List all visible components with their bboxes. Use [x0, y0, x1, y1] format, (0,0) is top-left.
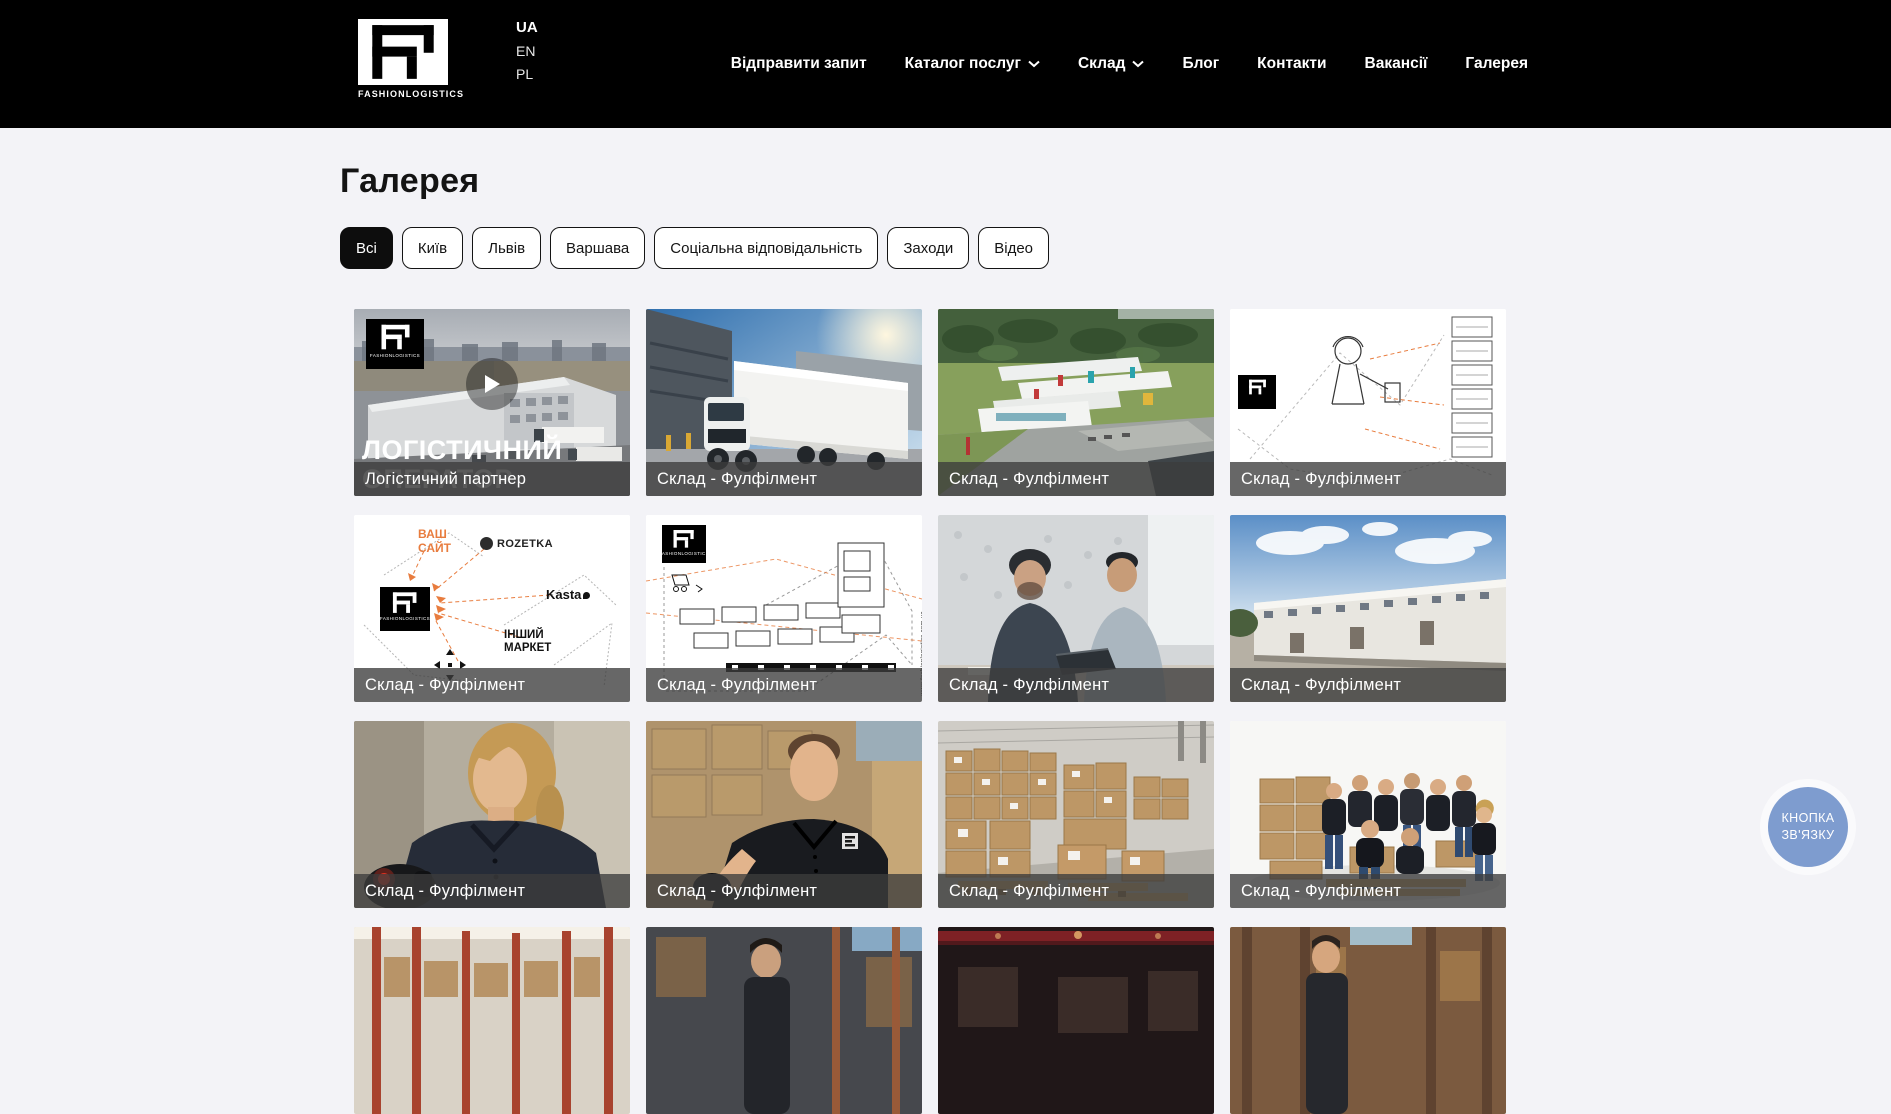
rozetka-icon	[480, 537, 493, 550]
diagram-label-rozetka: ROZETKA	[480, 537, 553, 550]
fl-logo-watermark: FASHIONLOGISTICS	[366, 319, 424, 369]
gallery-item-team-photo[interactable]: Склад - Фулфілмент	[1230, 721, 1506, 908]
nav-service-catalog[interactable]: Каталог послуг	[905, 55, 1040, 73]
filter-all[interactable]: Всі	[340, 227, 393, 269]
gallery-item-cropped-2[interactable]	[646, 927, 922, 1114]
lang-pl[interactable]: PL	[516, 66, 538, 82]
gallery-page: Галерея Всі Київ Львів Варшава Соціальна…	[0, 162, 1530, 1114]
fl-logo-watermark: FASHIONLOGISTICS	[380, 587, 430, 631]
diagram-label-other-market: ІНШИЙ МАРКЕТ	[504, 629, 574, 655]
gallery-item-marketplace-diagram[interactable]: FASHIONLOGISTICS ВАШ САЙТ ROZETKA Kasta …	[354, 515, 630, 702]
caption: Склад - Фулфілмент	[354, 874, 630, 908]
diagram-label-kasta: Kasta	[546, 587, 590, 602]
dark-warehouse-photo	[938, 927, 1214, 1114]
nav-gallery[interactable]: Галерея	[1465, 55, 1528, 73]
gallery-item-cropped-3[interactable]	[938, 927, 1214, 1114]
fl-logo-watermark: FASHIONLOGISTICS	[662, 525, 706, 563]
filter-video[interactable]: Відео	[978, 227, 1049, 269]
caption: Склад - Фулфілмент	[938, 874, 1214, 908]
contact-button-label-line1: КНОПКА	[1781, 810, 1834, 827]
caption: Склад - Фулфілмент	[646, 874, 922, 908]
gallery-item-worker-scanner[interactable]: Склад - Фулфілмент	[354, 721, 630, 908]
nav-send-request[interactable]: Відправити запит	[731, 55, 867, 73]
warehouse-worker-photo	[1230, 927, 1506, 1114]
gallery-filters: Всі Київ Львів Варшава Соціальна відпові…	[340, 227, 1530, 269]
chevron-down-icon	[1028, 60, 1040, 68]
filter-social-responsibility[interactable]: Соціальна відповідальність	[654, 227, 878, 269]
nav-warehouse[interactable]: Склад	[1078, 55, 1144, 73]
nav-contacts[interactable]: Контакти	[1257, 55, 1326, 73]
warehouse-aisle-photo	[354, 927, 630, 1114]
page-title: Галерея	[340, 162, 1530, 201]
caption: Склад - Фулфілмент	[1230, 874, 1506, 908]
diagram-label-your-site: ВАШ САЙТ	[418, 527, 470, 555]
filter-lviv[interactable]: Львів	[472, 227, 541, 269]
gallery-item-warehouse-diagram[interactable]: FASHIONLOGISTICS www.fashionlogistics.co…	[646, 515, 922, 702]
gallery-item-technical-drawing[interactable]: Склад - Фулфілмент	[1230, 309, 1506, 496]
gallery-item-worker-polo[interactable]: Склад - Фулфілмент	[646, 721, 922, 908]
gallery-grid: FASHIONLOGISTICS ЛОГІСТИЧНИЙ ОПЕРАТОР Ло…	[354, 309, 1530, 1114]
filter-warsaw[interactable]: Варшава	[550, 227, 645, 269]
caption: Склад - Фулфілмент	[938, 462, 1214, 496]
caption: Склад - Фулфілмент	[938, 668, 1214, 702]
warehouse-photo	[646, 927, 922, 1114]
site-header: FASHIONLOGISTICS UA EN PL Відправити зап…	[0, 0, 1891, 128]
gallery-item-truck[interactable]: Склад - Фулфілмент	[646, 309, 922, 496]
gallery-item-stacked-boxes[interactable]: Склад - Фулфілмент	[938, 721, 1214, 908]
fl-logo-watermark	[1238, 375, 1276, 409]
gallery-item-video-warehouse[interactable]: FASHIONLOGISTICS ЛОГІСТИЧНИЙ ОПЕРАТОР Ло…	[354, 309, 630, 496]
main-nav: Відправити запит Каталог послуг Склад Бл…	[731, 0, 1528, 128]
gallery-item-office-meeting[interactable]: Склад - Фулфілмент	[938, 515, 1214, 702]
caption: Склад - Фулфілмент	[1230, 668, 1506, 702]
contact-button-label-line2: ЗВ'ЯЗКУ	[1781, 827, 1834, 844]
kasta-icon	[583, 592, 590, 599]
caption: Логістичний партнер	[354, 462, 630, 496]
gallery-item-industrial-park[interactable]: Склад - Фулфілмент	[938, 309, 1214, 496]
gallery-item-warehouse-exterior[interactable]: Склад - Фулфілмент	[1230, 515, 1506, 702]
chevron-down-icon	[1132, 60, 1144, 68]
lang-ua[interactable]: UA	[516, 20, 538, 36]
contact-floating-button[interactable]: КНОПКА ЗВ'ЯЗКУ	[1760, 779, 1856, 875]
filter-events[interactable]: Заходи	[887, 227, 969, 269]
language-switcher: UA EN PL	[516, 20, 538, 82]
gallery-item-cropped-1[interactable]	[354, 927, 630, 1114]
nav-blog[interactable]: Блог	[1182, 55, 1219, 73]
gallery-item-cropped-4[interactable]	[1230, 927, 1506, 1114]
lang-en[interactable]: EN	[516, 43, 538, 59]
caption: Склад - Фулфілмент	[354, 668, 630, 702]
nav-vacancies[interactable]: Вакансії	[1365, 55, 1428, 73]
filter-kyiv[interactable]: Київ	[402, 227, 463, 269]
brand-name: FASHIONLOGISTICS	[358, 89, 470, 99]
play-icon	[466, 358, 518, 410]
brand-logo[interactable]: FASHIONLOGISTICS	[358, 19, 470, 99]
caption: Склад - Фулфілмент	[646, 668, 922, 702]
brand-logo-icon	[358, 19, 448, 85]
caption: Склад - Фулфілмент	[1230, 462, 1506, 496]
caption: Склад - Фулфілмент	[646, 462, 922, 496]
